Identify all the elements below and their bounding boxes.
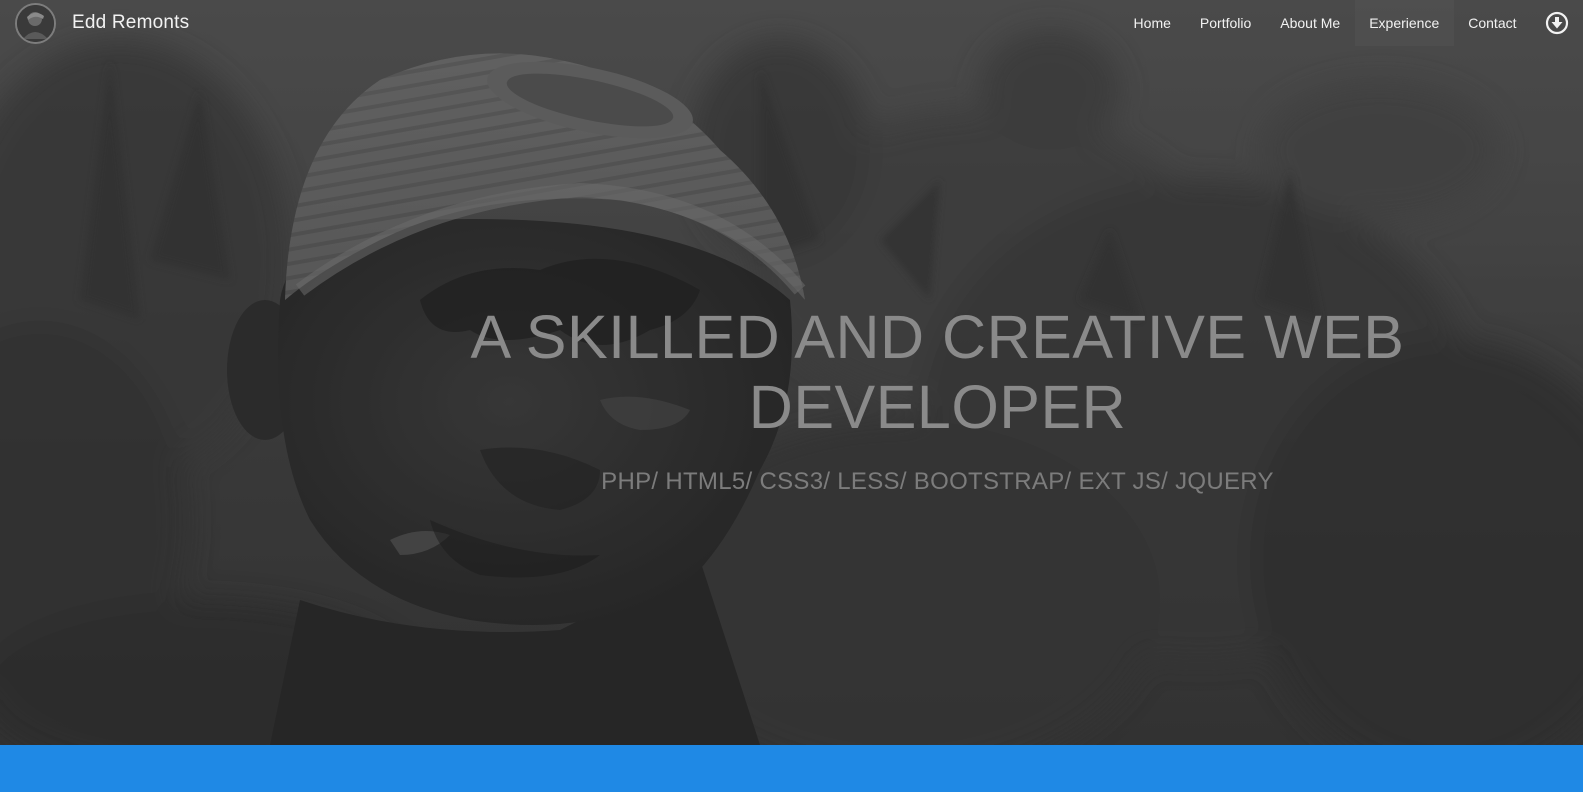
avatar (15, 2, 56, 44)
nav-item-home[interactable]: Home (1119, 0, 1185, 46)
nav-item-experience[interactable]: Experience (1355, 0, 1454, 46)
hero-text-block: A SKILLED AND CREATIVE WEB DEVELOPER PHP… (420, 302, 1455, 496)
brand-link[interactable]: Edd Remonts (15, 2, 190, 44)
circle-arrow-down-icon (1545, 11, 1569, 35)
top-navbar: Edd Remonts Home Portfolio About Me Expe… (0, 0, 1583, 46)
nav-item-about-me[interactable]: About Me (1266, 0, 1355, 46)
nav-menu: Home Portfolio About Me Experience Conta… (1119, 0, 1583, 46)
hero-title: A SKILLED AND CREATIVE WEB DEVELOPER (470, 303, 1405, 441)
next-section-band (0, 745, 1583, 792)
page: Edd Remonts Home Portfolio About Me Expe… (0, 0, 1583, 792)
hero-subtitle: PHP/ HTML5/ CSS3/ LESS/ BOOTSTRAP/ EXT J… (601, 468, 1274, 495)
nav-item-portfolio[interactable]: Portfolio (1185, 0, 1265, 46)
brand-name: Edd Remonts (72, 12, 190, 33)
nav-item-contact[interactable]: Contact (1454, 0, 1531, 46)
download-button[interactable] (1545, 11, 1569, 35)
avatar-image (17, 4, 54, 42)
